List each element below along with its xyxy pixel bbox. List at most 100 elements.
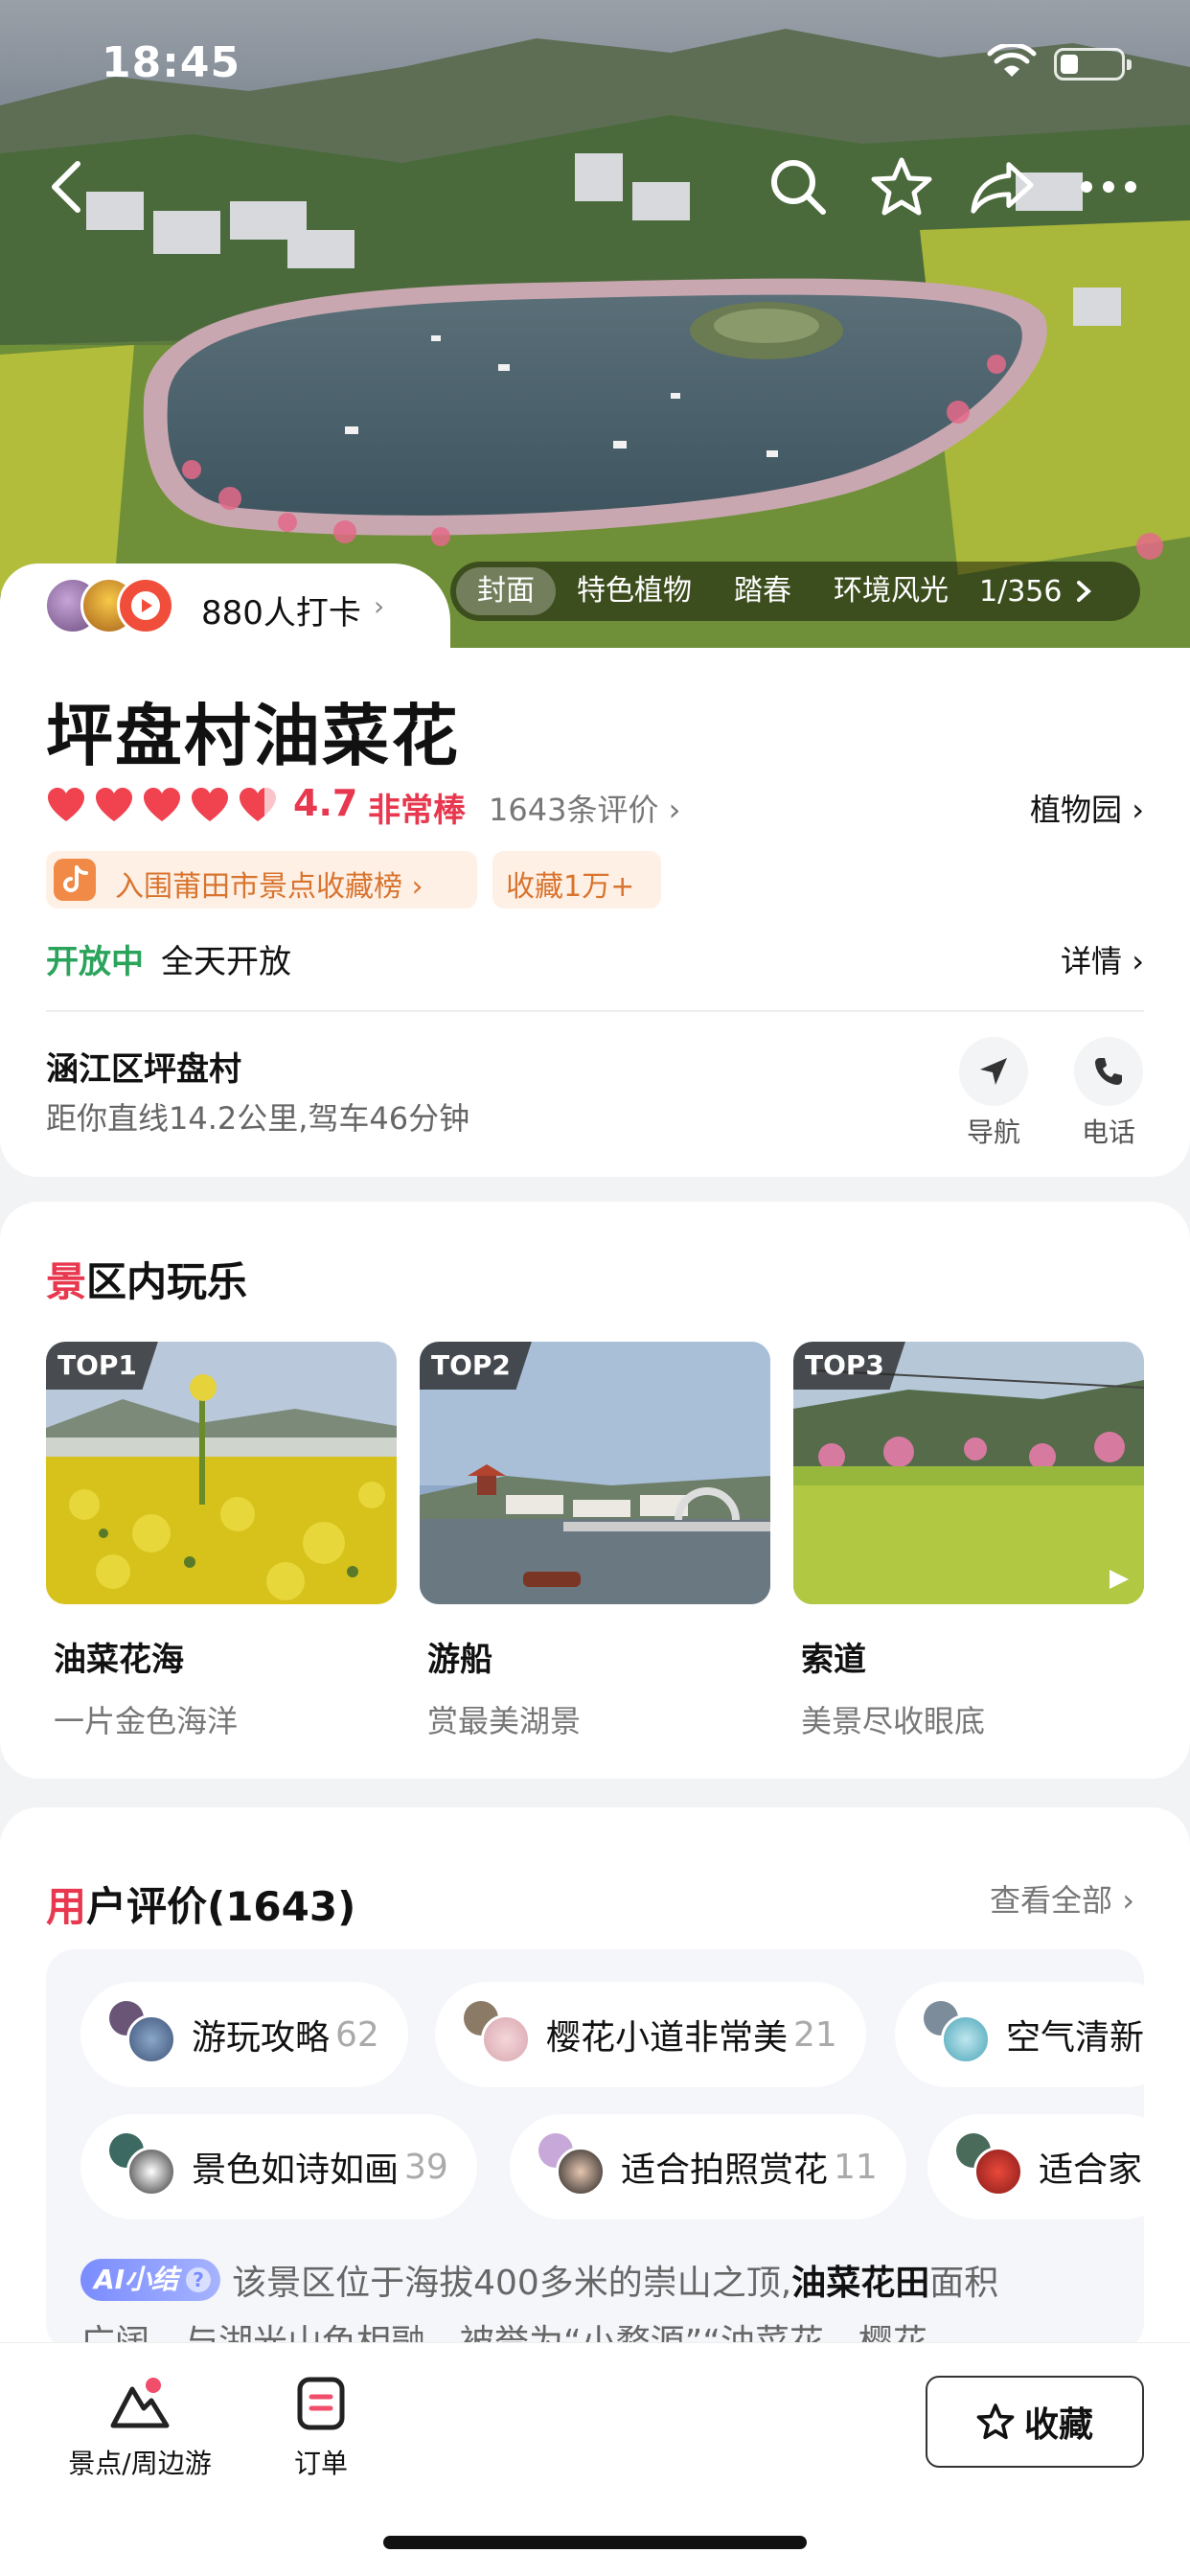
review-tag[interactable]: 景色如诗如画 39 [80,2114,477,2220]
favorites-badge[interactable]: 收藏1万+ [492,851,661,908]
status-time: 18:45 [102,38,241,87]
activities-section: 景区内玩乐 TOP1 油菜花海 一片金色海洋 TOP2 游船 赏最美湖景 TOP… [0,1202,1190,1779]
ai-summary[interactable]: AI小结? 该景区位于海拔400多米的崇山之顶,油菜花田面积 广阔，与湖光山色相融… [80,2254,1134,2352]
gallery-tabs: 封面 特色植物 踏春 环境风光 1/356 [450,562,1140,621]
heart-half-icon [240,788,276,821]
tag-avatars [109,2133,184,2200]
tag-avatars [538,2133,613,2200]
address[interactable]: 涵江区坪盘村 [46,1043,241,1090]
rating-score: 4.7 [293,782,358,824]
review-tag[interactable]: 樱花小道非常美 21 [435,1982,866,2087]
review-count-link[interactable]: 1643条评价 › [489,786,680,830]
category-link[interactable]: 植物园 › [1030,786,1144,830]
open-hours: 全天开放 [161,943,291,981]
phone-button[interactable]: 电话 [1065,1037,1152,1150]
activity-image: TOP1 [46,1342,397,1604]
distance-info: 距你直线14.2公里,驾车46分钟 [46,1100,470,1137]
activity-card[interactable]: TOP3 索道 美景尽收眼底 [793,1342,1144,1741]
chevron-right-icon [1077,581,1092,602]
activity-desc: 一片金色海洋 [54,1703,239,1739]
tag-avatars [109,2001,184,2068]
activity-name: 油菜花海 [54,1641,184,1679]
play-icon [131,591,160,620]
view-all-text: 查看全部 [990,1882,1113,1919]
favorites-badge-text: 收藏1万+ [506,870,635,904]
details-text: 详情 [1061,943,1123,979]
section-title: 景区内玩乐 [46,1258,248,1305]
activity-desc: 赏最美湖景 [427,1703,582,1739]
tag-avatars [956,2133,1031,2200]
open-status: 开放中 [46,943,144,981]
rating-row[interactable]: 4.7 非常棒 1643条评价 › 植物园 › [46,782,1144,830]
hero-photo[interactable]: 18:45 封面 特色植物 踏春 环境风光 1/356 [0,0,1190,652]
view-all-link[interactable]: 查看全部 › [990,1876,1134,1920]
ranking-badge[interactable]: 入围莆田市景点收藏榜 › [46,851,477,908]
more-button[interactable] [1075,153,1142,220]
star-icon [871,157,932,216]
review-tag[interactable]: 适合家 [927,2114,1144,2220]
activity-name: 索道 [801,1641,866,1679]
more-dots-icon [1081,181,1136,193]
avatar [117,577,174,634]
review-tag[interactable]: 空气清新 [895,1982,1144,2087]
home-indicator[interactable] [383,2536,807,2549]
status-bar: 18:45 [0,0,1190,115]
favorite-button[interactable]: 收藏 [926,2376,1144,2468]
category-text: 植物园 [1030,792,1123,828]
wifi-icon [987,44,1037,77]
rating-hearts [46,786,278,824]
battery-icon [1054,48,1132,80]
search-button[interactable] [765,153,832,220]
tag-avatars [924,2001,998,2068]
favorite-star-button[interactable] [868,153,935,220]
tag-avatars [464,2001,538,2068]
nav-orders-label: 订单 [293,2448,348,2479]
section-title: 用户评价(1643) [46,1883,356,1930]
gallery-tab-cover[interactable]: 封面 [456,567,556,615]
help-icon: ? [186,2267,212,2292]
checkin-tab[interactable]: 880人打卡 › [0,564,450,652]
gallery-tab-plants[interactable]: 特色植物 [556,567,713,615]
activity-card[interactable]: TOP1 油菜花海 一片金色海洋 [46,1342,397,1741]
back-button[interactable] [33,153,100,220]
gallery-tab-scenery[interactable]: 环境风光 [812,567,970,615]
opening-hours-row[interactable]: 开放中 全天开放 详情 › [46,935,1144,983]
rating-label: 非常棒 [368,792,466,830]
activity-desc: 美景尽收眼底 [801,1703,986,1739]
heart-icon [192,788,228,821]
heart-icon [96,788,132,821]
phone-icon [1095,1058,1122,1085]
review-count-text: 1643条评价 [489,792,659,828]
mountain-icon [110,2378,170,2428]
review-tag[interactable]: 适合拍照赏花 11 [510,2114,906,2220]
review-tags-panel: 游玩攻略 62 樱花小道非常美 21 空气清新 景色如诗如画 39 适合拍照赏花 11 … [46,1949,1144,2352]
divider [46,1010,1144,1012]
review-tag[interactable]: 游玩攻略 62 [80,1982,408,2087]
activity-card[interactable]: TOP2 游船 赏最美湖景 [420,1342,770,1741]
search-icon [771,160,826,215]
share-icon [971,162,1034,214]
phone-label: 电话 [1081,1116,1135,1148]
activity-image: TOP2 [420,1342,770,1604]
nav-attractions[interactable]: 景点/周边游 [54,2376,226,2481]
activity-image: TOP3 [793,1342,1144,1604]
ai-summary-badge: AI小结? [80,2259,221,2301]
page-title: 坪盘村油菜花 [46,697,460,775]
star-icon [976,2404,1015,2440]
rank-badge: TOP3 [793,1342,905,1390]
checkin-count: 880人打卡 [201,594,361,632]
navigate-button[interactable]: 导航 [950,1037,1037,1150]
ranking-badge-text: 入围莆田市景点收藏榜 [115,870,402,904]
order-icon [297,2377,345,2430]
share-button[interactable] [970,153,1037,220]
heart-icon [144,788,180,821]
navigate-label: 导航 [966,1116,1020,1148]
nav-orders[interactable]: 订单 [278,2376,364,2481]
back-arrow-icon [52,161,80,213]
favorite-button-label: 收藏 [1023,2405,1093,2445]
details-link[interactable]: 详情 › [1061,937,1144,981]
attraction-info-card: 坪盘村油菜花 4.7 非常棒 1643条评价 › 植物园 › 入围莆田市景点收藏… [0,648,1190,1177]
gallery-count[interactable]: 1/356 [970,575,1062,609]
heart-icon [48,788,84,821]
gallery-tab-spring[interactable]: 踏春 [713,567,812,615]
